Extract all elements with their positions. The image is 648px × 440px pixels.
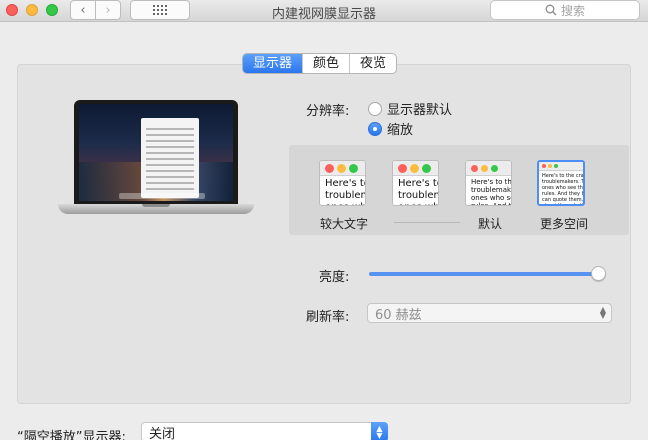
laptop-illustration (58, 100, 254, 218)
search-placeholder: 搜索 (560, 3, 585, 18)
scale-option-2[interactable]: Here's to th troublemak ones who s (392, 160, 439, 206)
refresh-rate-select[interactable]: 60 赫兹 ▲ ▼ (367, 303, 612, 323)
scale-sample-text: Here's to the c troublemakers. ones who … (471, 178, 512, 205)
airplay-display-select[interactable]: 关闭 (141, 422, 388, 440)
dock (119, 193, 205, 199)
refresh-rate-label: 刷新率: (306, 310, 350, 325)
scale-sample-text: Here's to troublem ones who (325, 178, 366, 205)
tab-bar: 显示器 颜色 夜览 (242, 53, 398, 74)
radio-default-for-display[interactable]: 显示器默认 (368, 99, 452, 118)
refresh-rate-value: 60 赫兹 (375, 307, 422, 323)
updown-chevron-icon: ▲ ▼ (599, 305, 606, 320)
radio-label: 显示器默认 (387, 103, 453, 118)
radio-button[interactable] (368, 101, 382, 116)
scale-sample-text: Here's to the crazy one troublemakers. T… (542, 173, 585, 206)
resolution-label: 分辨率: (306, 104, 350, 119)
document-window (141, 118, 199, 198)
radio-scaled[interactable]: 缩放 (368, 119, 413, 138)
tab-night-shift[interactable]: 夜览 (349, 54, 396, 73)
scale-option-larger-text[interactable]: Here's to troublem ones who (319, 160, 366, 206)
tab-color[interactable]: 颜色 (302, 54, 349, 73)
airplay-display-label: “隔空播放”显示器: (17, 430, 126, 440)
airplay-select-chevron-icon[interactable]: ▲ ▼ (371, 422, 388, 440)
laptop-lid (74, 100, 238, 206)
search-field[interactable]: 搜索 (490, 0, 640, 20)
scale-label-larger-text: 较大文字 (320, 217, 369, 231)
scale-label-default: 默认 (478, 217, 503, 231)
laptop-screen (79, 104, 233, 201)
scale-sample-text: Here's to th troublemak ones who s (398, 178, 438, 205)
scale-label-more-space: 更多空间 (540, 217, 589, 231)
brightness-label: 亮度: (319, 270, 350, 285)
radio-label: 缩放 (387, 123, 414, 138)
scale-option-default[interactable]: Here's to the c troublemakers. ones who … (465, 160, 512, 206)
tab-display[interactable]: 显示器 (243, 54, 303, 73)
scale-option-more-space[interactable]: Here's to the crazy one troublemakers. T… (537, 160, 585, 206)
airplay-display-value: 关闭 (149, 426, 176, 440)
title-bar: ‹ › 内建视网膜显示器 搜索 (0, 0, 648, 22)
search-icon (545, 4, 557, 16)
scale-divider (394, 222, 460, 223)
brightness-slider-knob[interactable] (590, 266, 606, 281)
radio-button-selected[interactable] (368, 121, 382, 136)
laptop-notch (142, 204, 170, 207)
brightness-slider-track[interactable] (369, 272, 603, 276)
